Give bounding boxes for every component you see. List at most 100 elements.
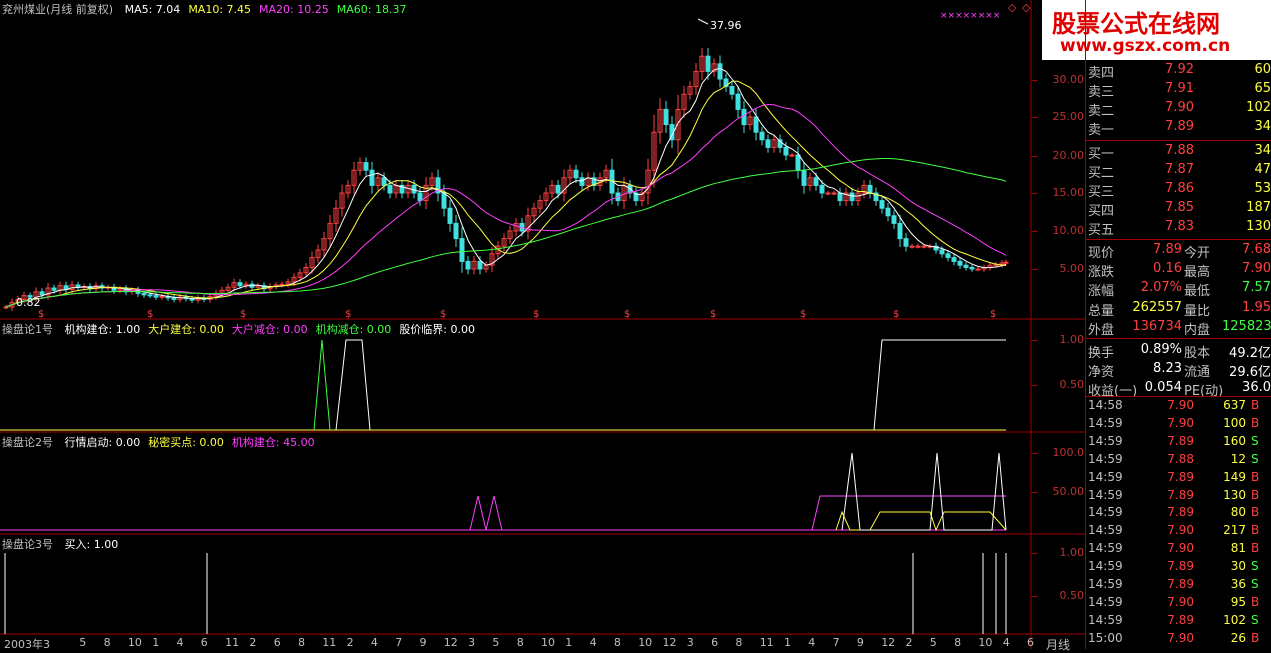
tick-direction: S: [1251, 577, 1259, 591]
trade-tick-row[interactable]: 14:59 7.89 80 B: [1086, 505, 1271, 523]
level-price: 7.86: [1165, 181, 1194, 196]
trade-tick-row[interactable]: 14:59 7.89 149 B: [1086, 470, 1271, 488]
diamond-icon-2[interactable]: ◇: [1022, 1, 1030, 14]
stat-value: 49.2亿: [1229, 346, 1271, 361]
tick-volume: 130: [1223, 487, 1246, 502]
x-tick-label: 11: [322, 636, 337, 649]
trade-tick-row[interactable]: 14:59 7.88 12 S: [1086, 452, 1271, 470]
trade-tick-row[interactable]: 14:59 7.90 100 B: [1086, 416, 1271, 434]
tick-direction: B: [1251, 505, 1260, 520]
x-tick-label: 5: [929, 636, 937, 649]
tick-price: 7.90: [1167, 523, 1194, 538]
candle-body: [39, 291, 45, 296]
x-tick-label: 9: [419, 636, 427, 649]
sell-level-row[interactable]: 卖四 7.92 60: [1086, 62, 1271, 81]
level-label: 卖四: [1088, 66, 1115, 81]
buy-level-row[interactable]: 买四 7.85 187: [1086, 200, 1271, 219]
buy-level-row[interactable]: 买五 7.83 130: [1086, 219, 1271, 238]
trade-tick-row[interactable]: 14:59 7.90 95 B: [1086, 595, 1271, 613]
period-label[interactable]: 月线: [1046, 636, 1070, 653]
trade-tick-row[interactable]: 14:58 7.90 637 B: [1086, 398, 1271, 416]
x-tick-label: 4: [589, 636, 597, 649]
candle-body: [963, 264, 969, 268]
trade-tick-row[interactable]: 14:59 7.89 30 S: [1086, 559, 1271, 577]
candle-body: [555, 184, 561, 194]
tick-time: 14:59: [1088, 541, 1123, 556]
quote-panel: 股票公式在线网 www.gszx.com.cn 卖四 7.92 60 卖三 7.91 65…: [1042, 0, 1271, 649]
level-volume: 187: [1246, 200, 1271, 215]
candle-body: [837, 192, 843, 202]
tick-price: 7.89: [1167, 612, 1194, 627]
sell-level-row[interactable]: 卖三 7.91 65: [1086, 81, 1271, 100]
watermark-logo: 股票公式在线网 www.gszx.com.cn: [1042, 0, 1271, 60]
candle-body: [969, 266, 975, 270]
level-volume: 34: [1254, 119, 1271, 134]
ind1-value: 大户建仓: 0.00: [148, 323, 224, 336]
x-tick-label: 2003年3: [4, 638, 50, 651]
level-label: 买一: [1088, 147, 1115, 162]
candle-body: [51, 287, 57, 291]
tick-price: 7.90: [1167, 415, 1194, 430]
dividend-mark: $: [710, 309, 716, 320]
ind2-title: 操盘论2号: [2, 436, 53, 449]
tick-direction: B: [1251, 594, 1260, 609]
stat-value: 7.90: [1242, 261, 1271, 277]
level-price: 7.92: [1165, 62, 1194, 77]
x-tick-label: 6: [273, 636, 281, 649]
tick-time: 14:59: [1088, 505, 1123, 520]
tick-time: 14:59: [1088, 415, 1123, 430]
sell-level-row[interactable]: 卖一 7.89 34: [1086, 119, 1271, 138]
x-tick-label: 9: [856, 636, 864, 649]
candle-body: [789, 154, 795, 157]
dividend-mark: $: [440, 309, 446, 320]
stat-row: 涨幅 2.07% 最低 7.57: [1086, 280, 1271, 299]
x-tick-label: 12: [662, 636, 677, 649]
tick-direction: B: [1251, 415, 1260, 430]
candle-body: [735, 93, 741, 110]
candle-body: [171, 297, 177, 300]
diamond-icon[interactable]: ◇: [1008, 1, 1016, 14]
candle-body: [909, 245, 915, 248]
candle-body: [141, 292, 147, 296]
x-tick-label: 10: [127, 636, 142, 649]
tick-direction: B: [1251, 523, 1260, 538]
x-tick-label: 2: [346, 636, 354, 649]
level-label: 买四: [1088, 204, 1115, 219]
trade-tick-row[interactable]: 14:59 7.90 81 B: [1086, 541, 1271, 559]
stat-value: 0.89%: [1140, 342, 1182, 357]
trade-tick-row[interactable]: 14:59 7.89 160 S: [1086, 434, 1271, 452]
x-tick-label: 1: [565, 636, 573, 649]
trade-tick-row[interactable]: 15:00 7.90 26 B: [1086, 631, 1271, 649]
stat-row: 换手 0.89% 股本 49.2亿: [1086, 342, 1271, 361]
candle-body: [573, 169, 579, 179]
ind1-white-block: [335, 339, 371, 431]
level-price: 7.87: [1165, 162, 1194, 177]
buy-level-row[interactable]: 买三 7.86 53: [1086, 181, 1271, 200]
buy-level-row[interactable]: 买二 7.87 47: [1086, 162, 1271, 181]
stat-label: 现价: [1088, 246, 1115, 261]
candle-body: [915, 245, 921, 248]
candle-body: [957, 260, 963, 266]
trade-tick-row[interactable]: 14:59 7.89 102 S: [1086, 613, 1271, 631]
candle-body: [903, 238, 909, 247]
stat-label: 内盘: [1184, 322, 1211, 338]
trade-tick-row[interactable]: 14:59 7.90 217 B: [1086, 523, 1271, 541]
stat-value: 136734: [1132, 318, 1182, 334]
low-marker: 0.82: [16, 296, 41, 309]
ind1-white-step: [873, 339, 1006, 431]
x-tick-label: 10: [541, 636, 555, 649]
sell-level-row[interactable]: 卖二 7.90 102: [1086, 100, 1271, 119]
buy-level-row[interactable]: 买一 7.88 34: [1086, 143, 1271, 162]
x-tick-label: 8: [954, 636, 962, 649]
trade-tick-row[interactable]: 14:59 7.89 36 S: [1086, 577, 1271, 595]
trade-tick-row[interactable]: 14:59 7.89 130 B: [1086, 488, 1271, 506]
main-y-tick-label: 25.00: [1052, 110, 1085, 123]
ind2-value: 行情启动: 0.00: [64, 436, 141, 449]
candle-body: [879, 200, 885, 209]
level-price: 7.85: [1165, 200, 1194, 215]
tick-price: 7.90: [1167, 541, 1194, 556]
x-tick-label: 12: [443, 636, 458, 649]
candle-body: [387, 184, 393, 194]
ind3-title: 操盘论3号: [2, 538, 53, 551]
ind3-legend: 买入: 1.00: [65, 538, 127, 551]
